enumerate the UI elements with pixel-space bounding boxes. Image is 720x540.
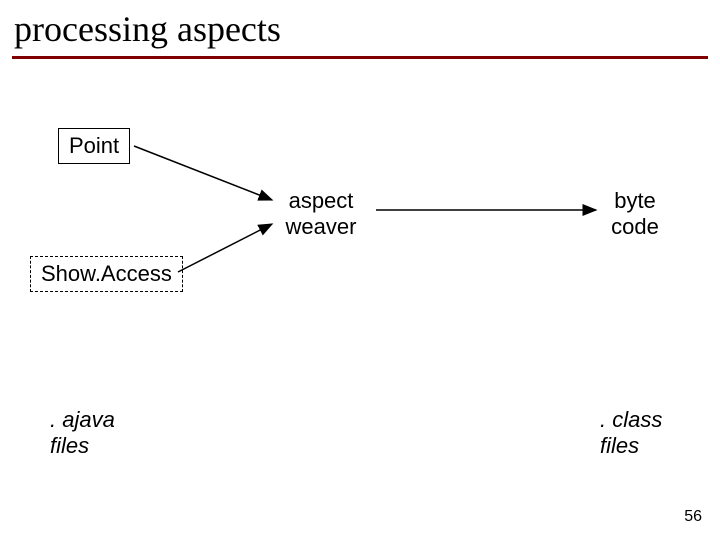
arrow-point-to-weaver (134, 146, 272, 200)
page-number: 56 (684, 508, 702, 526)
diagram-arrows (0, 0, 720, 540)
arrow-showaccess-to-weaver (178, 224, 272, 272)
